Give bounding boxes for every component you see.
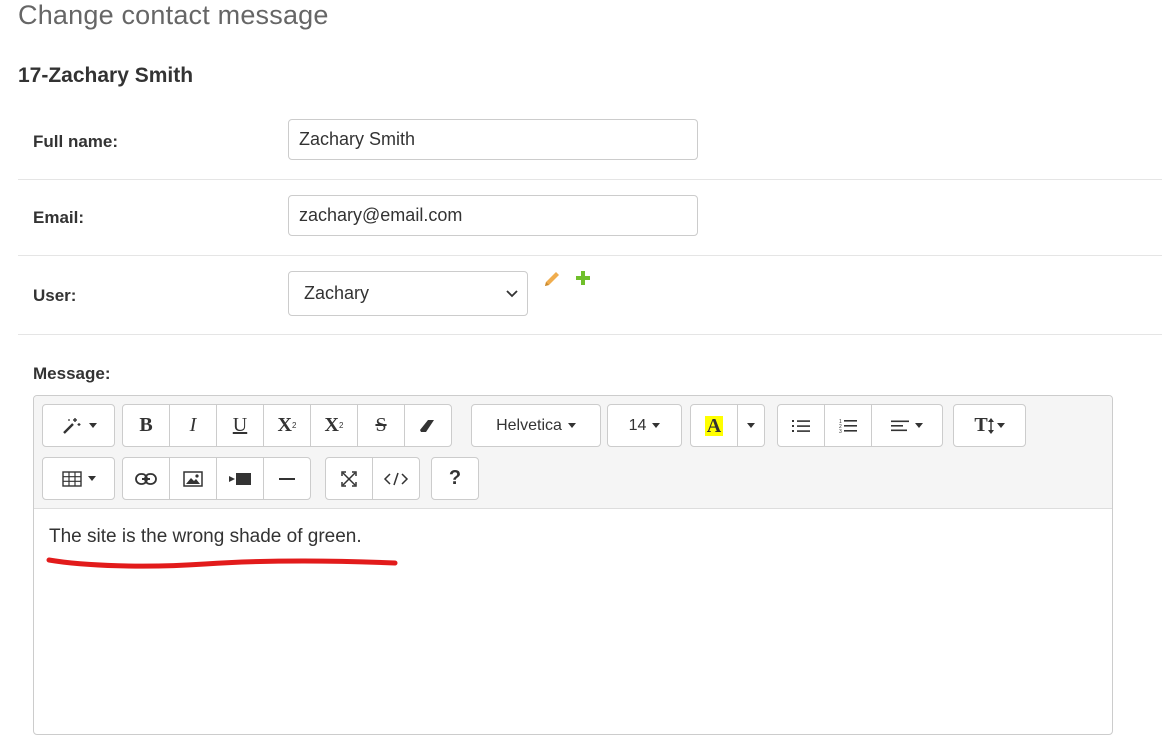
video-icon xyxy=(229,472,251,485)
link-icon xyxy=(135,472,157,485)
magic-wand-icon xyxy=(62,417,80,434)
line-height-dropdown[interactable]: T xyxy=(953,404,1026,447)
caret-icon xyxy=(567,423,576,428)
caret-icon xyxy=(88,423,97,428)
fullscreen-icon xyxy=(341,470,357,487)
superscript-mark: 2 xyxy=(292,421,297,430)
caret-icon xyxy=(996,423,1005,428)
video-button[interactable] xyxy=(216,457,264,500)
italic-button[interactable]: I xyxy=(169,404,217,447)
email-input[interactable] xyxy=(288,195,698,236)
bold-label: B xyxy=(139,414,153,436)
table-dropdown-button[interactable] xyxy=(42,457,115,500)
horizontal-rule-button[interactable] xyxy=(263,457,311,500)
font-family-dropdown[interactable]: Helvetica xyxy=(471,404,601,447)
font-family-group: Helvetica xyxy=(471,404,601,447)
text-color-button[interactable]: A xyxy=(690,404,738,447)
clear-format-button[interactable] xyxy=(404,404,452,447)
message-text: The site is the wrong shade of green. xyxy=(49,526,362,547)
form-row-email: Email: xyxy=(18,180,1162,256)
strikethrough-label: S xyxy=(375,414,387,436)
message-label: Message: xyxy=(33,364,111,383)
line-height-label: T xyxy=(974,414,988,436)
picture-button[interactable] xyxy=(169,457,217,500)
subscript-mark: 2 xyxy=(339,421,344,430)
table-group xyxy=(42,457,115,500)
form-row-full-name: Full name: xyxy=(18,104,1162,180)
eraser-icon xyxy=(420,419,434,432)
caret-icon xyxy=(87,476,96,481)
subscript-button[interactable]: X2 xyxy=(310,404,358,447)
form-row-user: User: Zachary xyxy=(18,256,1162,335)
view-group xyxy=(325,457,420,500)
pencil-icon[interactable] xyxy=(542,269,562,289)
ordered-list-icon: 1 2 3 xyxy=(839,419,857,434)
underline-label: U xyxy=(232,414,248,436)
paragraph-align-icon xyxy=(891,420,909,431)
caret-icon xyxy=(747,423,755,428)
code-view-button[interactable] xyxy=(372,457,420,500)
color-group: A xyxy=(690,404,765,447)
user-select-value: Zachary xyxy=(304,283,370,303)
unordered-list-icon xyxy=(792,419,810,432)
page-title: Change contact message xyxy=(18,0,329,30)
caret-icon xyxy=(652,423,661,428)
help-button[interactable]: ? xyxy=(431,457,479,500)
color-dropdown-button[interactable] xyxy=(737,404,765,447)
bold-button[interactable]: B xyxy=(122,404,170,447)
underline-button[interactable]: U xyxy=(216,404,264,447)
caret-icon xyxy=(915,423,923,428)
user-select[interactable]: Zachary xyxy=(288,271,528,316)
superscript-label: X xyxy=(277,414,292,436)
code-view-icon xyxy=(383,472,409,485)
font-style-group: B I U X2 X2 S xyxy=(122,404,452,447)
unordered-list-button[interactable] xyxy=(777,404,825,447)
font-size-group: 14 xyxy=(607,404,682,447)
plus-icon[interactable] xyxy=(574,269,592,287)
font-size-dropdown[interactable]: 14 xyxy=(607,404,682,447)
red-annotation-underline xyxy=(46,557,398,569)
help-label: ? xyxy=(448,467,462,489)
height-group: T xyxy=(953,404,1026,447)
help-group: ? xyxy=(431,457,479,500)
record-title: 17-Zachary Smith xyxy=(18,64,194,87)
full-name-label: Full name: xyxy=(33,132,119,151)
italic-label: I xyxy=(189,414,197,436)
horizontal-rule-icon xyxy=(279,477,295,480)
svg-text:3: 3 xyxy=(839,429,842,434)
style-dropdown-button[interactable] xyxy=(42,404,115,447)
ordered-list-button[interactable]: 1 2 3 xyxy=(824,404,872,447)
full-name-input[interactable] xyxy=(288,119,698,160)
email-label: Email: xyxy=(33,208,85,227)
paragraph-group: 1 2 3 xyxy=(777,404,943,447)
user-label: User: xyxy=(33,286,77,305)
chevron-down-icon xyxy=(506,290,518,298)
insert-group xyxy=(122,457,311,500)
editor-content[interactable]: The site is the wrong shade of green. xyxy=(49,526,1089,548)
strikethrough-button[interactable]: S xyxy=(357,404,405,447)
color-letter: A xyxy=(704,414,724,437)
table-icon xyxy=(61,470,82,487)
font-family-value: Helvetica xyxy=(496,416,562,434)
vertical-arrows-icon xyxy=(987,417,994,434)
font-size-value: 14 xyxy=(628,416,647,434)
picture-icon xyxy=(183,470,203,487)
subscript-label: X xyxy=(324,414,339,436)
superscript-button[interactable]: X2 xyxy=(263,404,311,447)
style-group xyxy=(42,404,115,447)
paragraph-align-dropdown[interactable] xyxy=(871,404,943,447)
fullscreen-button[interactable] xyxy=(325,457,373,500)
editor-toolbar: B I U X2 X2 S Helvetica 14 A 1 2 3 T ? xyxy=(34,396,1112,509)
link-button[interactable] xyxy=(122,457,170,500)
